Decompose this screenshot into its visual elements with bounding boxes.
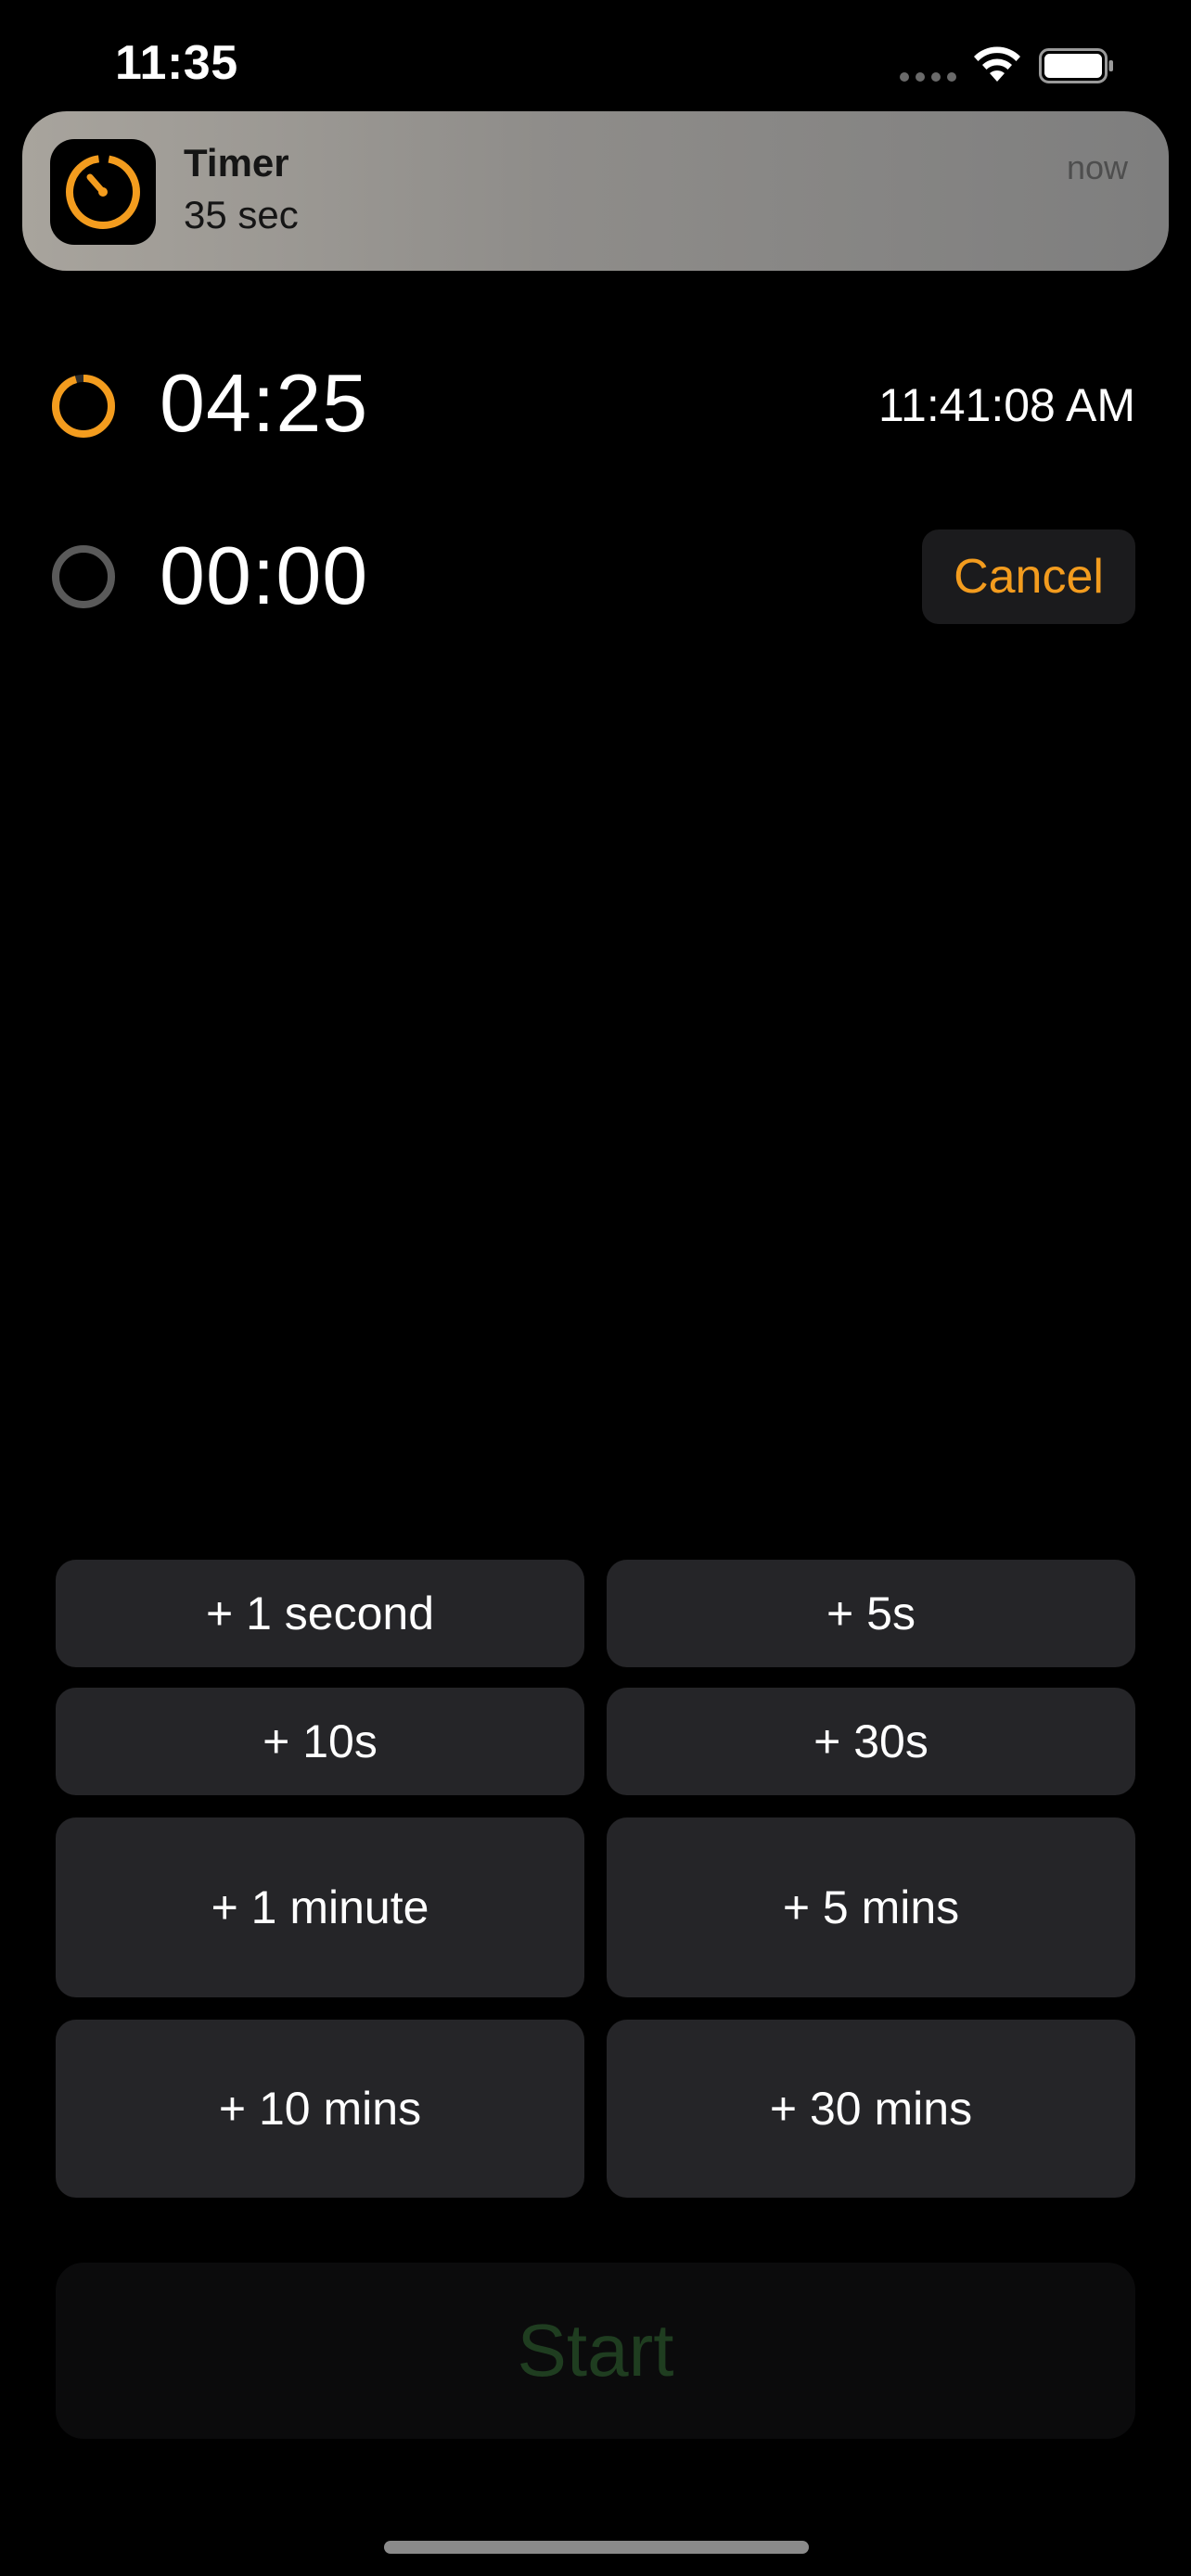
notification-time: now [1066,148,1128,186]
timer-remaining: 00:00 [160,529,369,621]
notification-body: 35 sec [184,193,299,236]
start-button[interactable]: Start [56,2263,1135,2439]
add-1-second-button[interactable]: + 1 second [56,1560,584,1667]
add-10-seconds-button[interactable]: + 10s [56,1688,584,1795]
home-indicator[interactable] [384,2541,809,2554]
battery-icon [1039,48,1113,83]
add-5-minutes-button[interactable]: + 5 mins [607,1817,1135,1997]
notification-banner[interactable] [22,111,1169,271]
timer-progress-ring-icon [52,375,115,438]
signal-dots-icon [900,72,956,82]
add-30-minutes-button[interactable]: + 30 mins [607,2020,1135,2198]
wifi-icon [974,46,1020,82]
timer-end-time: 11:41:08 AM [877,379,1135,431]
add-1-minute-button[interactable]: + 1 minute [56,1817,584,1997]
timer-idle-ring-icon [52,545,115,608]
notification-title: Timer [184,141,289,185]
timer-icon [50,139,156,245]
add-5-seconds-button[interactable]: + 5s [607,1560,1135,1667]
add-30-seconds-button[interactable]: + 30s [607,1688,1135,1795]
cancel-button[interactable]: Cancel [922,529,1135,624]
status-bar-time: 11:35 [115,36,238,90]
add-10-minutes-button[interactable]: + 10 mins [56,2020,584,2198]
timer-remaining: 04:25 [160,357,369,449]
